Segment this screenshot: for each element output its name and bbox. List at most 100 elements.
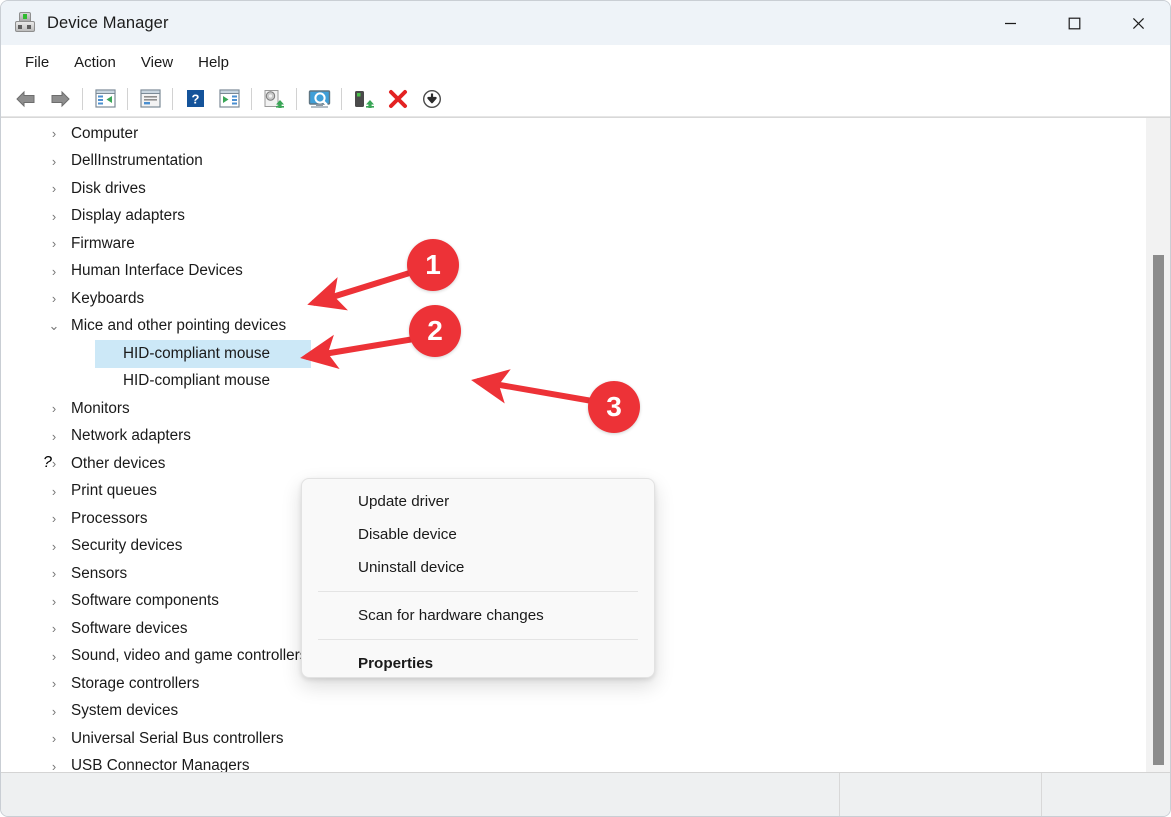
tree-item-other-devices[interactable]: › ? Other devices	[9, 450, 1145, 478]
context-menu-separator	[318, 639, 638, 640]
menu-file[interactable]: File	[15, 50, 59, 75]
svg-text:?: ?	[191, 92, 199, 107]
update-driver-icon[interactable]	[257, 84, 291, 114]
show-hide-action-pane-icon[interactable]	[212, 84, 246, 114]
tree-item-keyboards[interactable]: › Keyboards	[9, 285, 1145, 313]
context-menu-item-scan-for-hardware-changes[interactable]: Scan for hardware changes	[302, 599, 654, 632]
tree-item-network-adapters[interactable]: › Network adapters	[9, 423, 1145, 451]
tree-item-usb-connector-managers[interactable]: › USB Connector Managers	[9, 753, 1145, 772]
menu-action[interactable]: Action	[64, 50, 126, 75]
tree-item-label: Keyboards	[71, 289, 145, 307]
disable-device-icon[interactable]	[381, 84, 415, 114]
status-pane-secondary	[839, 773, 1041, 816]
uninstall-device-icon[interactable]	[347, 84, 381, 114]
tree-item-label: Software components	[71, 592, 219, 610]
monitor-icon	[43, 124, 63, 144]
enable-device-icon[interactable]	[415, 84, 449, 114]
scrollbar-thumb[interactable]	[1153, 255, 1164, 766]
tree-item-label: Security devices	[71, 537, 183, 555]
tree-item-label: Monitors	[71, 399, 130, 417]
window-title: Device Manager	[47, 13, 169, 32]
show-hide-console-tree-icon[interactable]	[88, 84, 122, 114]
close-button[interactable]	[1106, 1, 1170, 45]
usb-icon	[43, 756, 63, 772]
disk-drive-icon	[43, 179, 63, 199]
tree-item-dellinstrumentation[interactable]: › DellInstrumentation	[9, 148, 1145, 176]
context-menu-separator	[318, 591, 638, 592]
tree-item-label: Human Interface Devices	[71, 262, 243, 280]
sensors-icon	[43, 564, 63, 584]
toolbar-separator	[341, 87, 342, 110]
maximize-button[interactable]	[1042, 1, 1106, 45]
toolbar-separator	[82, 87, 83, 110]
help-icon[interactable]: ?	[178, 84, 212, 114]
tree-item-label: Print queues	[71, 482, 157, 500]
tree-item-label: USB Connector Managers	[71, 757, 250, 772]
toolbar-separator	[172, 87, 173, 110]
tree-item-label: Display adapters	[71, 207, 185, 225]
tree-item-label: HID-compliant mouse	[123, 344, 271, 362]
context-menu-item-disable-device[interactable]: Disable device	[302, 518, 654, 551]
title-bar: Device Manager	[1, 1, 1170, 45]
software-device-icon	[43, 619, 63, 639]
printer-icon	[43, 481, 63, 501]
toolbar: ?	[1, 81, 1170, 117]
tree-item-label: DellInstrumentation	[71, 152, 203, 170]
tree-item-hid-compliant-mouse-1[interactable]: HID-compliant mouse	[9, 340, 1145, 368]
tree-item-firmware[interactable]: › Firmware	[9, 230, 1145, 258]
forward-icon[interactable]	[43, 84, 77, 114]
network-computers-icon	[43, 426, 63, 446]
network-computers-icon	[43, 151, 63, 171]
toolbar-separator	[296, 87, 297, 110]
context-menu-item-uninstall-device[interactable]: Uninstall device	[302, 551, 654, 584]
tree-item-label: Computer	[71, 124, 139, 142]
tree-item-hid-compliant-mouse-2[interactable]: HID-compliant mouse	[9, 368, 1145, 396]
tree-item-label: Storage controllers	[71, 674, 200, 692]
window-controls	[978, 1, 1170, 45]
storage-controller-icon	[43, 674, 63, 694]
keyboard-icon	[43, 289, 63, 309]
tree-item-label: Sensors	[71, 564, 128, 582]
context-menu: Update driver Disable device Uninstall d…	[301, 478, 655, 678]
tree-item-label: System devices	[71, 702, 179, 720]
toolbar-separator	[127, 87, 128, 110]
tree-item-disk-drives[interactable]: › Disk drives	[9, 175, 1145, 203]
tree-item-display-adapters[interactable]: › Display adapters	[9, 203, 1145, 231]
tree-item-label: Sound, video and game controllers	[71, 647, 308, 665]
software-component-icon	[43, 591, 63, 611]
tree-item-label: Other devices	[71, 454, 166, 472]
context-menu-item-update-driver[interactable]: Update driver	[302, 485, 654, 518]
mouse-icon	[95, 344, 115, 364]
vertical-scrollbar[interactable]	[1145, 118, 1170, 772]
tree-item-label: Software devices	[71, 619, 188, 637]
context-menu-item-properties[interactable]: Properties	[302, 647, 654, 680]
menu-view[interactable]: View	[131, 50, 183, 75]
display-adapter-icon	[43, 206, 63, 226]
scan-for-hardware-changes-icon[interactable]	[302, 84, 336, 114]
system-device-icon	[43, 701, 63, 721]
firmware-chip-icon	[43, 234, 63, 254]
toolbar-separator	[251, 87, 252, 110]
menu-bar: File Action View Help	[1, 45, 1170, 81]
back-icon[interactable]	[9, 84, 43, 114]
tree-item-label: Disk drives	[71, 179, 146, 197]
tree-item-human-interface-devices[interactable]: › Human Interface Devices	[9, 258, 1145, 286]
title-bar-left: Device Manager	[1, 12, 169, 34]
speaker-icon	[43, 646, 63, 666]
tree-item-label: Network adapters	[71, 427, 191, 445]
tree-item-computer[interactable]: › Computer	[9, 120, 1145, 148]
device-tree-pane: › Computer › DellInstrumentation › Disk …	[1, 117, 1170, 772]
properties-icon[interactable]	[133, 84, 167, 114]
tree-item-label: Firmware	[71, 234, 135, 252]
device-manager-icon	[14, 12, 36, 34]
tree-item-system-devices[interactable]: › System devices	[9, 698, 1145, 726]
mouse-icon	[95, 371, 115, 391]
menu-help[interactable]: Help	[188, 50, 239, 75]
security-key-icon	[43, 536, 63, 556]
minimize-button[interactable]	[978, 1, 1042, 45]
tree-item-mice-and-other-pointing-devices[interactable]: ⌄ Mice and other pointing devices	[9, 313, 1145, 341]
status-pane-main	[1, 773, 839, 816]
tree-item-monitors[interactable]: › Monitors	[9, 395, 1145, 423]
tree-item-label: Processors	[71, 509, 148, 527]
tree-item-universal-serial-bus-controllers[interactable]: › Universal Serial Bus controllers	[9, 725, 1145, 753]
